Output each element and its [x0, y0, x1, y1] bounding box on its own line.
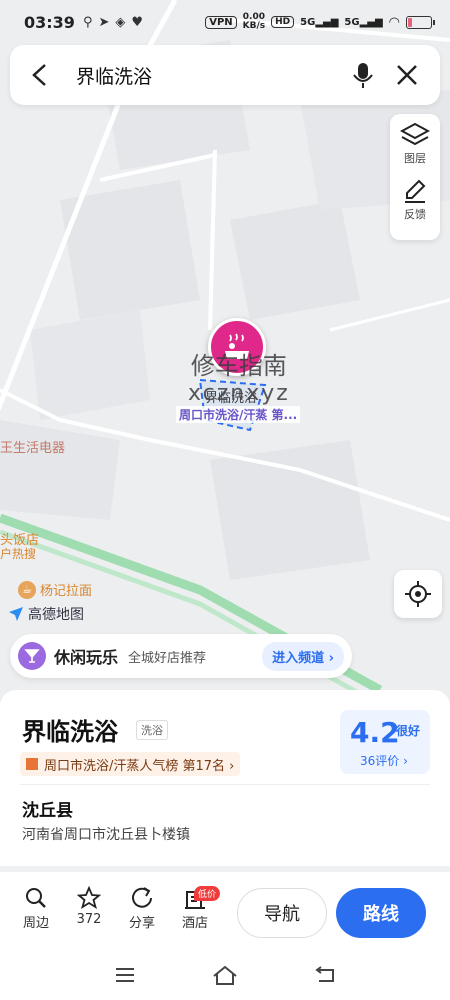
cocktail-icon	[18, 642, 46, 670]
search-icon	[26, 888, 46, 908]
nearby-label: 周边	[22, 916, 49, 931]
share-button[interactable]: 分享	[120, 886, 164, 931]
return-icon	[315, 966, 334, 982]
home-icon	[213, 965, 237, 985]
back-nav-button[interactable]	[312, 962, 338, 988]
category-tag: 洗浴	[136, 720, 168, 740]
rating-score: 4.2	[350, 716, 400, 749]
feedback-button[interactable]: 反馈	[401, 178, 429, 234]
feedback-label: 反馈	[404, 208, 426, 221]
ranking-badge[interactable]: 周口市洗浴/汗蒸人气榜 第17名 ›	[20, 752, 241, 776]
location-icon: ⚲	[82, 14, 93, 30]
signal-icon: 5G▂▄▆	[300, 16, 339, 28]
map-label-noodle: 杨记拉面	[40, 584, 93, 599]
enter-channel-button[interactable]: 进入频道 ›	[262, 641, 344, 671]
crosshair-icon	[405, 581, 431, 607]
chevron-left-icon	[32, 64, 46, 86]
send-icon: ➤	[98, 14, 110, 30]
microphone-icon	[353, 63, 373, 88]
sim2-label: 5G	[344, 16, 360, 28]
address: 河南省周口市沈丘县卜楼镇	[22, 827, 190, 843]
map-tools: 图层 反馈	[390, 114, 440, 240]
hd-badge: HD	[271, 16, 295, 28]
net-speed: 0.00 KB/s	[243, 13, 265, 31]
ranking-text: 周口市洗浴/汗蒸人气榜 第17名 ›	[44, 758, 235, 774]
wifi-icon: ◠	[388, 14, 400, 30]
layers-label: 图层	[404, 152, 426, 165]
amap-brand: 高德地图	[28, 607, 84, 623]
battery-icon	[406, 15, 435, 29]
heart-icon: ♥	[131, 14, 144, 30]
divider	[20, 784, 430, 785]
watermark-line1: 修车指南	[190, 352, 287, 380]
clear-button[interactable]	[390, 58, 424, 92]
back-button[interactable]	[26, 61, 54, 89]
share-icon	[132, 887, 152, 908]
star-icon	[77, 886, 101, 909]
poi-subtitle[interactable]: 周口市洗浴/汗蒸 第...	[176, 406, 301, 423]
layers-icon	[400, 122, 430, 146]
notification-icons: ⚲ ➤ ◈ ♥	[83, 15, 143, 30]
favorite-count: 372	[76, 912, 102, 927]
favorite-button[interactable]: 372	[67, 886, 111, 927]
route-button[interactable]: 路线	[336, 888, 426, 938]
poi-detail-card[interactable]: 界临洗浴 洗浴 周口市洗浴/汗蒸人气榜 第17名 › 4.2 很好 36评价 ›…	[0, 690, 450, 866]
hotel-label: 酒店	[181, 916, 208, 931]
navigate-button[interactable]: 导航	[237, 888, 327, 938]
shield-icon: ◈	[115, 14, 126, 30]
menu-nav-button[interactable]	[112, 962, 138, 988]
flag-icon	[26, 758, 38, 770]
status-bar: 03:39 ⚲ ➤ ◈ ♥ VPN 0.00 KB/s HD 5G▂▄▆ 5G▂…	[0, 0, 450, 44]
review-count[interactable]: 36评价 ›	[360, 752, 408, 769]
leisure-title: 休闲玩乐	[54, 648, 119, 667]
action-bar: 周边 372 分享 酒店 低价 导航 路线	[0, 872, 450, 950]
signal-icon-2: 5G▂▄▆	[344, 16, 383, 28]
system-nav-bar	[0, 950, 450, 1000]
status-time: 03:39	[24, 12, 75, 32]
menu-icon	[116, 968, 134, 982]
rating-word: 很好	[396, 724, 421, 738]
low-price-badge: 低价	[194, 886, 221, 901]
map-poi-noodle[interactable]: ☕ 杨记拉面	[18, 580, 92, 599]
locate-button[interactable]	[394, 570, 442, 618]
food-icon: ☕	[18, 580, 36, 599]
home-nav-button[interactable]	[212, 962, 238, 988]
amap-logo: 高德地图	[8, 604, 84, 624]
sim1-label: 5G	[300, 16, 316, 28]
layers-button[interactable]: 图层	[400, 122, 430, 178]
edit-icon	[405, 179, 426, 203]
voice-button[interactable]	[346, 58, 380, 92]
close-icon	[397, 65, 417, 85]
vpn-badge: VPN	[205, 15, 237, 29]
place-name: 界临洗浴	[22, 718, 118, 746]
search-bar[interactable]: 界临洗浴	[10, 45, 440, 105]
search-query[interactable]: 界临洗浴	[76, 62, 336, 89]
nearby-button[interactable]: 周边	[14, 886, 58, 931]
poi-name[interactable]: 界临洗浴	[205, 387, 257, 406]
share-label: 分享	[128, 916, 155, 931]
leisure-banner[interactable]: 休闲玩乐 全城好店推荐 进入频道 ›	[10, 634, 352, 678]
net-speed-unit: KB/s	[242, 21, 266, 31]
leisure-subtitle: 全城好店推荐	[128, 650, 207, 666]
map-label-hotsearch: 户热搜	[0, 547, 37, 561]
rating-box[interactable]: 4.2 很好 36评价 ›	[340, 710, 430, 774]
map-label-store[interactable]: 王生活电器	[0, 437, 65, 456]
county-name: 沈丘县	[22, 801, 73, 821]
amap-icon	[9, 607, 23, 621]
